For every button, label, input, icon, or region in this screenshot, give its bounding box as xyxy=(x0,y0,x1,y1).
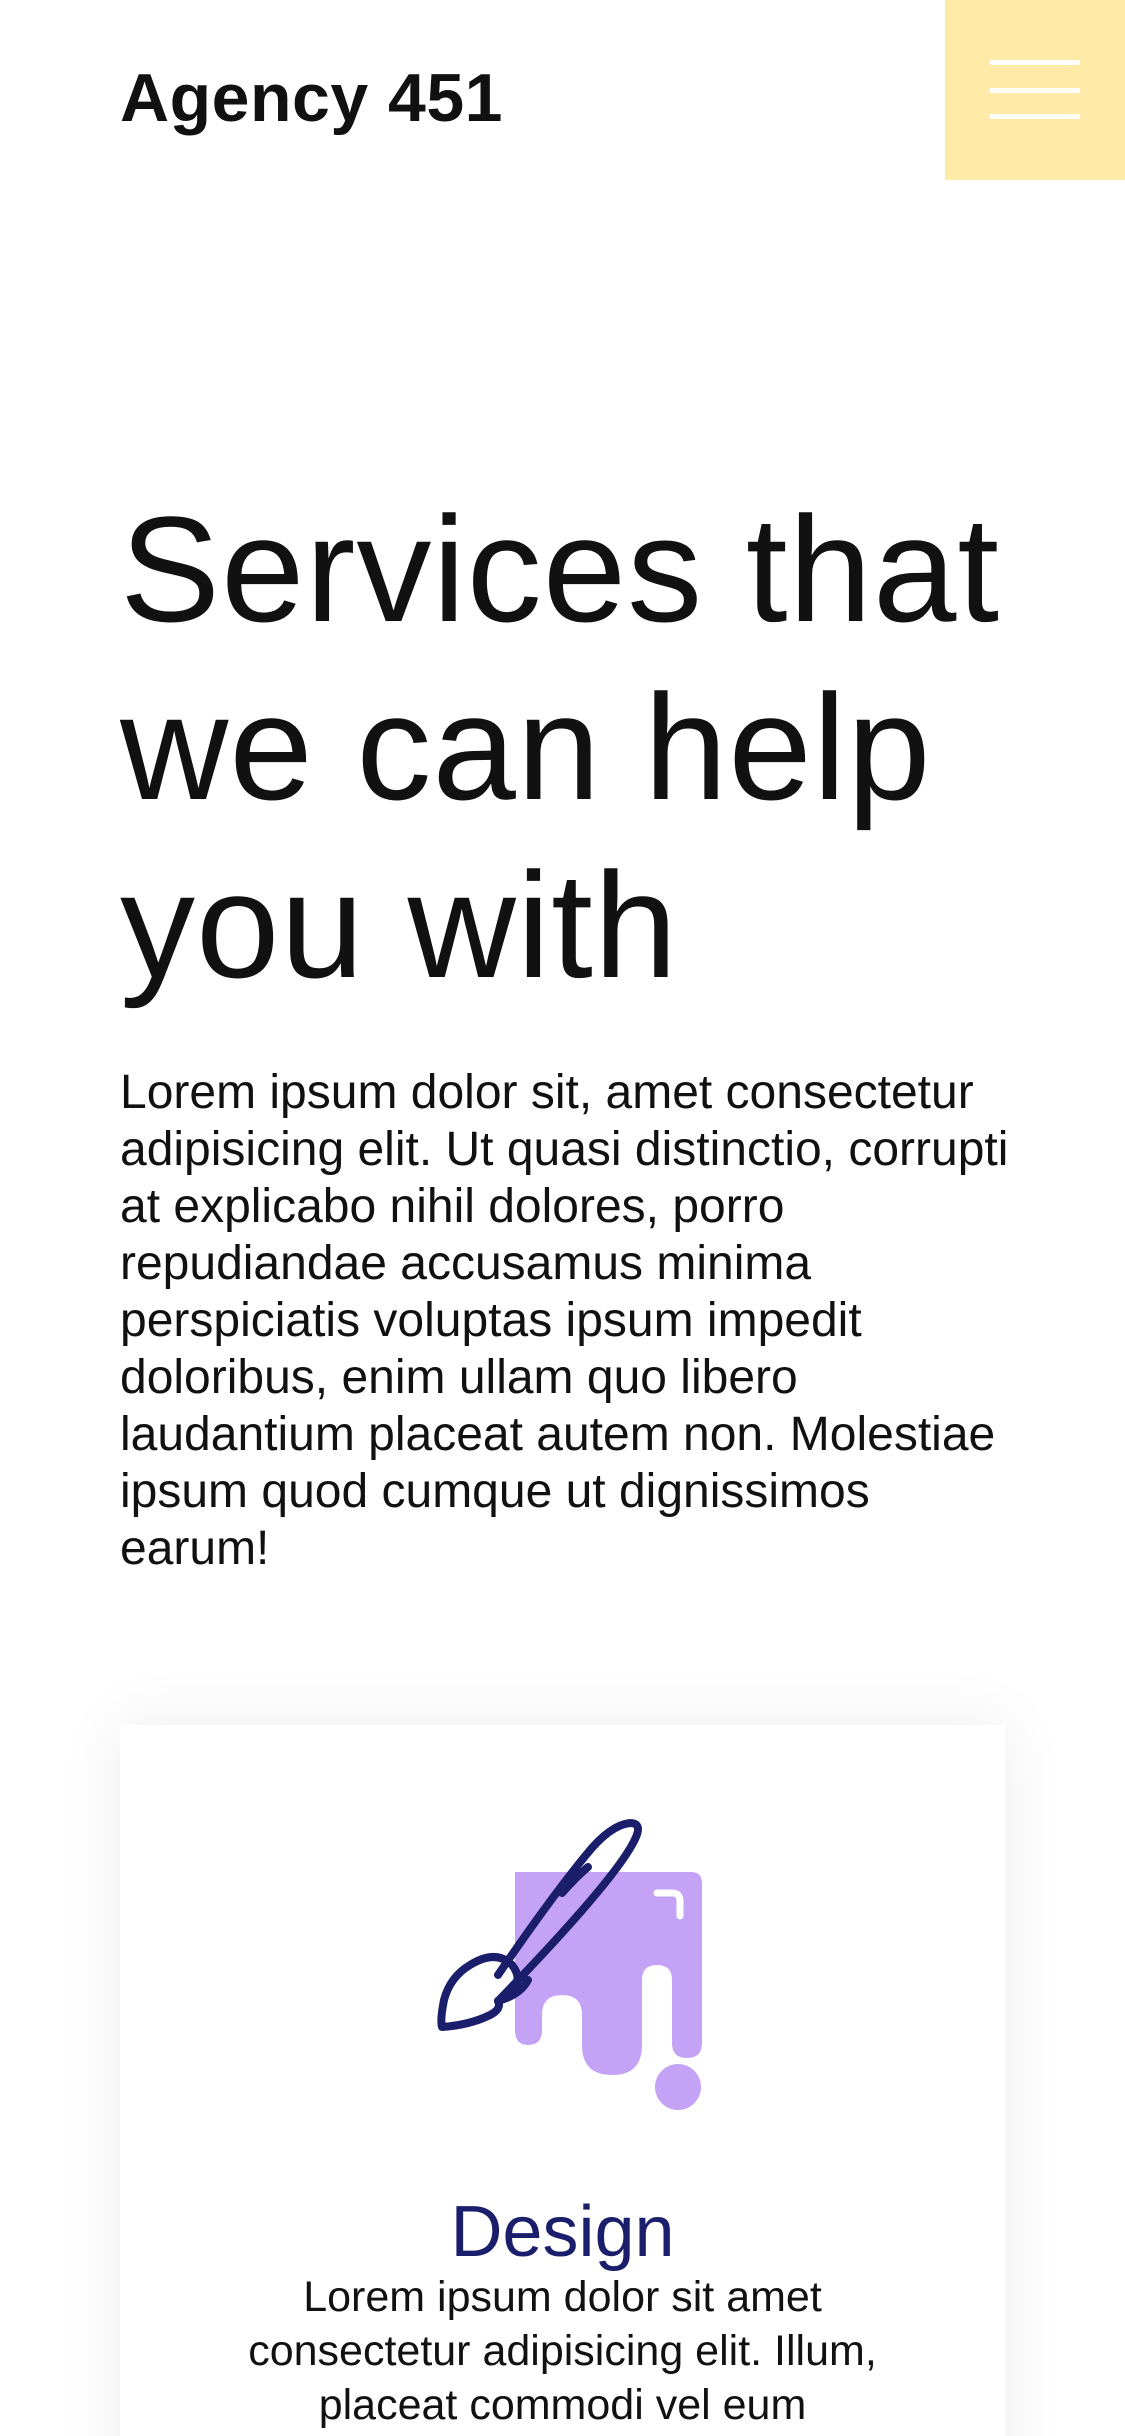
brand-logo[interactable]: Agency 451 xyxy=(120,58,503,138)
service-title: Design xyxy=(450,2192,675,2272)
service-description: Lorem ipsum dolor sit amet consectetur a… xyxy=(248,2273,877,2429)
paintbrush-icon xyxy=(437,1819,702,2110)
hero-description: Lorem ipsum dolor sit, amet consectetur … xyxy=(120,1066,1009,1575)
page: Agency 451 Services that we can help you… xyxy=(0,0,1125,2436)
page-title: Services that we can help you with xyxy=(120,485,1001,1009)
service-card-design: Design Lorem ipsum dolor sit amet consec… xyxy=(120,1725,1005,2436)
site-header: Agency 451 xyxy=(0,0,1125,180)
menu-button[interactable] xyxy=(945,0,1125,180)
